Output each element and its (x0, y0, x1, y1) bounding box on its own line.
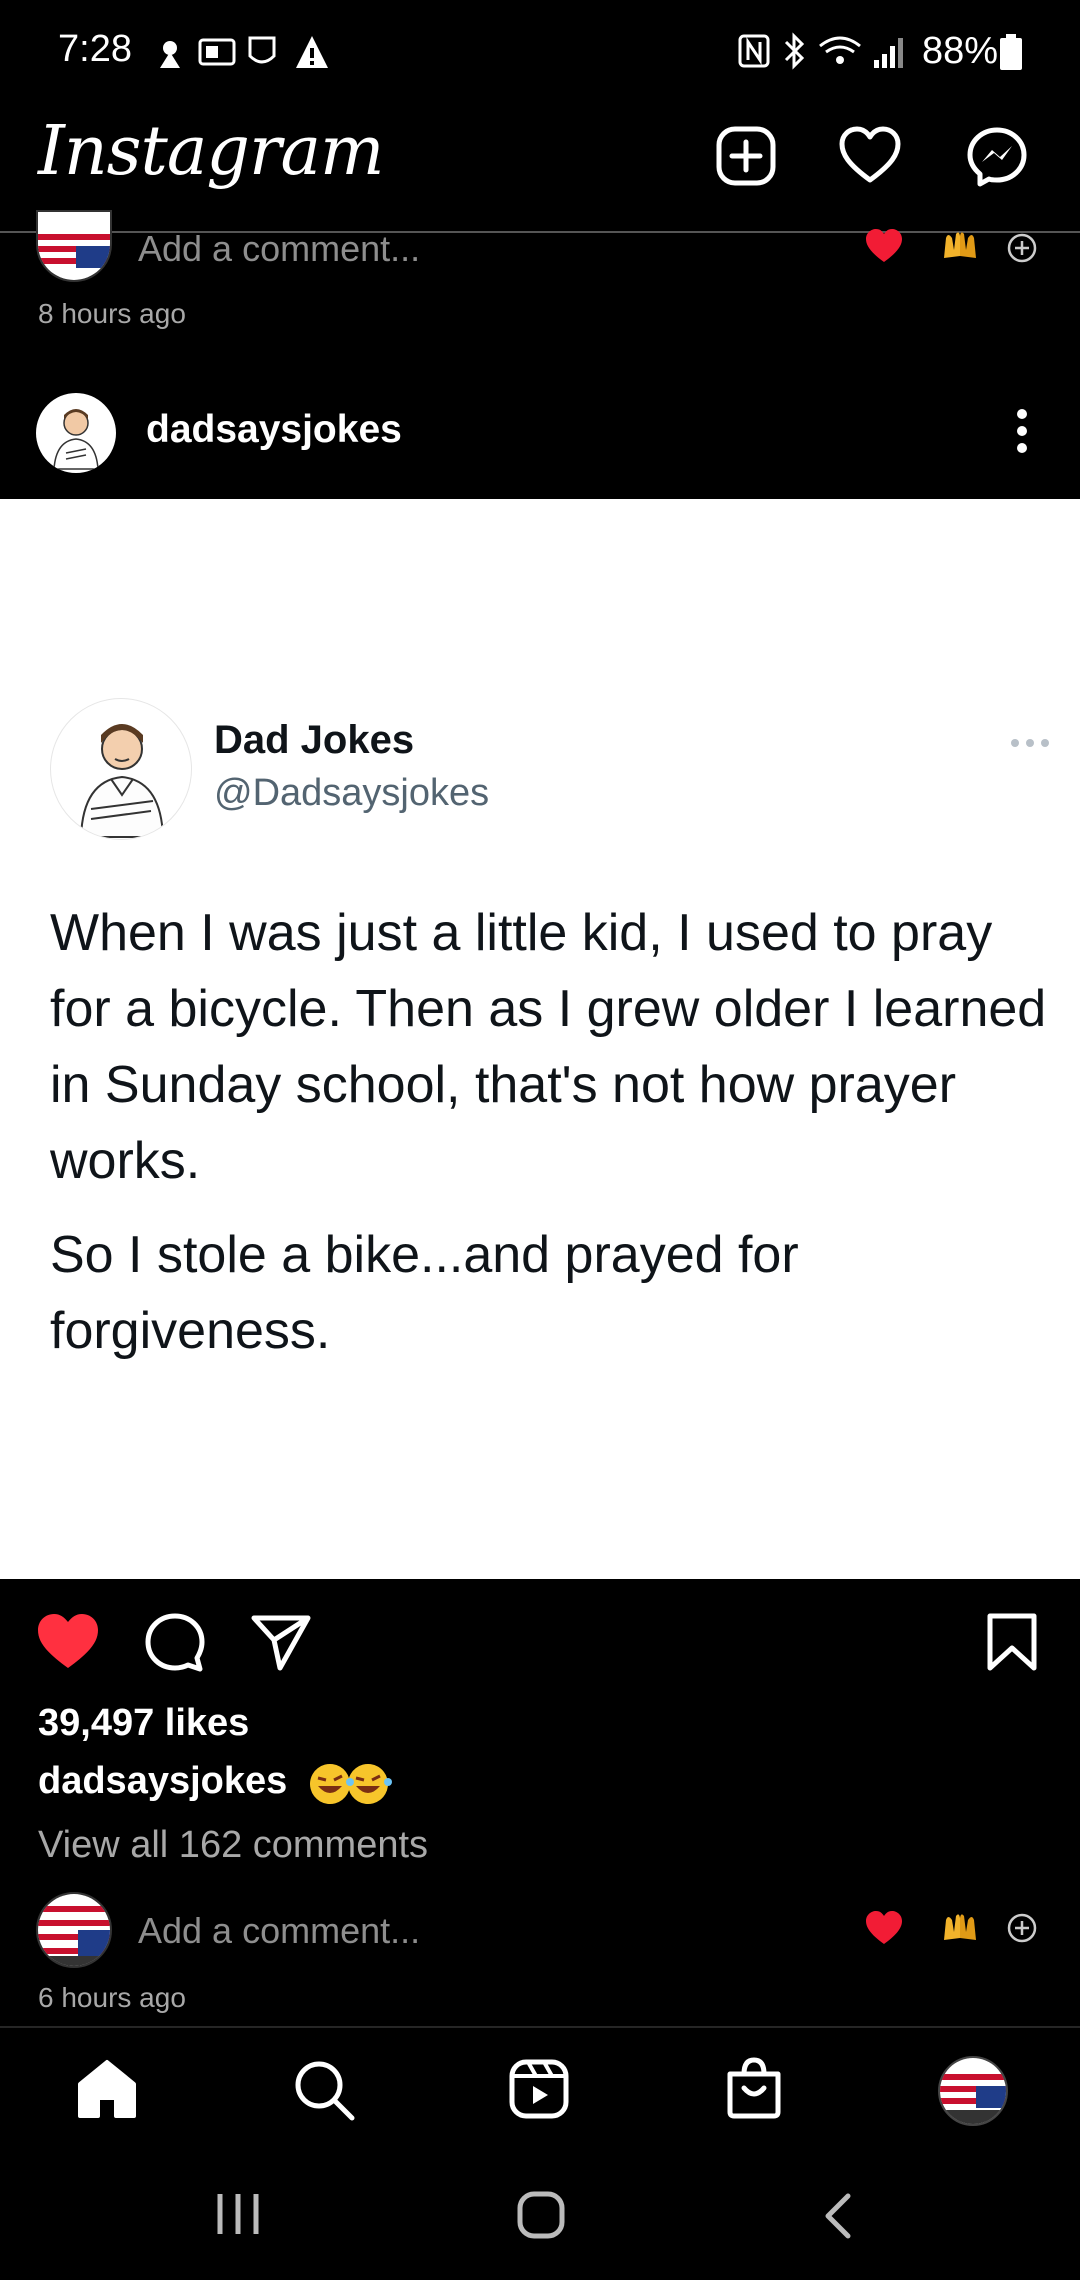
like-heart-icon[interactable] (36, 1612, 100, 1670)
post-time-ago: 6 hours ago (38, 1982, 186, 2013)
more-options-icon[interactable] (1014, 408, 1030, 454)
likes-count[interactable]: 39,497 likes (38, 1702, 249, 1745)
profile-avatar[interactable] (938, 2056, 1008, 2126)
status-time: 7:28 (58, 28, 132, 70)
tweet-paragraph: So I stole a bike...and prayed for forgi… (50, 1226, 799, 1360)
shop-icon[interactable] (724, 2056, 784, 2120)
add-emoji-icon[interactable] (1006, 1912, 1038, 1944)
tweet-display-name: Dad Jokes (214, 718, 415, 762)
system-status-icons (736, 30, 916, 72)
activity-heart-icon[interactable] (838, 126, 902, 186)
add-emoji-icon[interactable] (1006, 232, 1038, 264)
quick-reaction-heart-icon[interactable] (864, 1910, 904, 1946)
laughing-emoji-icon (308, 1760, 404, 1806)
home-icon[interactable] (76, 2058, 138, 2120)
comment-icon[interactable] (144, 1612, 206, 1674)
new-post-icon[interactable] (716, 126, 776, 186)
recent-apps-icon[interactable] (214, 2192, 262, 2236)
save-bookmark-icon[interactable] (986, 1612, 1038, 1672)
battery-icon (1000, 34, 1022, 70)
post-time-ago: 8 hours ago (38, 298, 186, 329)
messenger-icon[interactable] (966, 126, 1028, 188)
view-all-comments-link[interactable]: View all 162 comments (38, 1824, 428, 1867)
search-icon[interactable] (292, 2058, 356, 2122)
post-username[interactable]: dadsaysjokes (146, 408, 402, 452)
commenter-avatar (36, 1892, 112, 1968)
tweet-avatar (50, 698, 192, 840)
caption: dadsaysjokes (38, 1760, 404, 1806)
comment-input[interactable]: Add a comment... (138, 228, 420, 270)
notification-icons (150, 32, 330, 72)
author-avatar[interactable] (36, 393, 116, 473)
battery-percentage: 88% (922, 30, 999, 72)
share-icon[interactable] (250, 1612, 312, 1672)
caption-username[interactable]: dadsaysjokes (38, 1760, 287, 1802)
reels-icon[interactable] (508, 2058, 570, 2120)
quick-reaction-raised-hands-icon[interactable] (940, 228, 980, 264)
bottom-nav-divider (0, 2026, 1080, 2028)
tweet-handle: @Dadsaysjokes (214, 772, 490, 814)
back-button-icon[interactable] (822, 2192, 852, 2240)
tweet-body: When I was just a little kid, I used to … (50, 895, 1060, 1387)
instagram-logo[interactable]: Instagram (38, 112, 384, 191)
quick-reaction-heart-icon[interactable] (864, 228, 904, 264)
comment-input[interactable]: Add a comment... (138, 1910, 420, 1952)
quick-reaction-raised-hands-icon[interactable] (940, 1910, 980, 1946)
tweet-paragraph: When I was just a little kid, I used to … (50, 904, 1047, 1190)
tweet-more-icon (1010, 738, 1050, 748)
home-button-icon[interactable] (516, 2190, 566, 2240)
commenter-avatar (36, 210, 112, 282)
